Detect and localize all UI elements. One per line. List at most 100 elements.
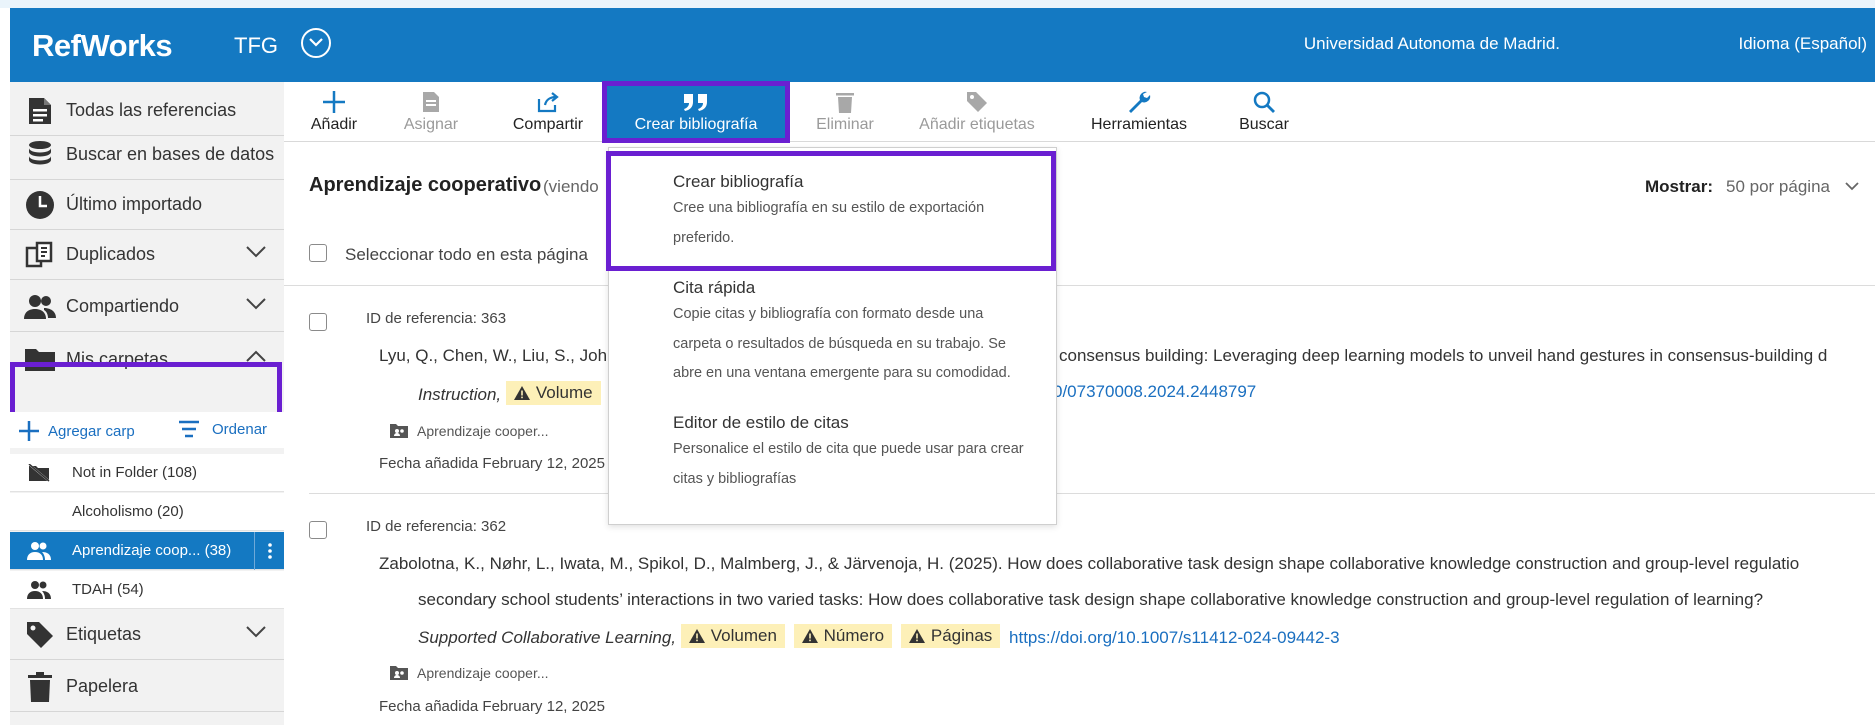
folder-item-not-in-folder[interactable]: Not in Folder (108) bbox=[10, 454, 284, 492]
sidebar-item-label: Último importado bbox=[66, 194, 203, 214]
reference-doi-link[interactable]: https://doi.org/10.1007/s11412-024-09442… bbox=[1009, 628, 1340, 647]
kebab-menu-icon[interactable] bbox=[254, 532, 284, 570]
warning-icon bbox=[908, 629, 925, 643]
assign-label: Asignar bbox=[403, 116, 459, 133]
reference-journal-line: Supported Collaborative Learning, Volume… bbox=[418, 624, 1340, 648]
chevron-down-icon[interactable] bbox=[246, 246, 266, 258]
add-label: Añadir bbox=[310, 116, 358, 133]
sort-folders-label: Ordenar bbox=[212, 420, 268, 438]
folder-off-icon bbox=[24, 463, 54, 482]
document-icon bbox=[396, 88, 466, 116]
add-tags-label: Añadir etiquetas bbox=[919, 116, 1035, 133]
reference-journal-line: Instruction, Volume bbox=[418, 381, 605, 405]
warning-icon bbox=[513, 386, 530, 400]
tools-button[interactable]: Herramientas bbox=[1087, 88, 1191, 134]
reference-id: ID de referencia: 363 bbox=[366, 310, 507, 327]
delete-button[interactable]: Eliminar bbox=[806, 88, 884, 134]
sidebar-item-label: Etiquetas bbox=[66, 624, 142, 644]
chevron-down-icon[interactable] bbox=[1845, 182, 1859, 191]
reference-citation-line2[interactable]: secondary school students’ interactions … bbox=[418, 590, 1763, 610]
select-all-checkbox[interactable] bbox=[309, 244, 327, 262]
chevron-up-icon[interactable] bbox=[246, 350, 266, 362]
add-folder-label: Agregar carp bbox=[48, 422, 135, 440]
share-button[interactable]: Compartir bbox=[506, 88, 590, 134]
sidebar-item-all-references[interactable]: Todas las referencias bbox=[10, 86, 284, 136]
menu-item-description: Copie citas y bibliografía con formato d… bbox=[673, 306, 984, 322]
project-switch-button[interactable] bbox=[301, 28, 331, 58]
chevron-down-icon[interactable] bbox=[246, 626, 266, 638]
badge-label: Número bbox=[823, 626, 885, 645]
users-icon bbox=[22, 289, 58, 325]
delete-label: Eliminar bbox=[816, 116, 874, 133]
folder-title: Aprendizaje cooperativo bbox=[309, 174, 542, 196]
reference-id: ID de referencia: 362 bbox=[366, 518, 507, 535]
chevron-down-icon[interactable] bbox=[246, 298, 266, 310]
reference-checkbox[interactable] bbox=[309, 313, 327, 331]
add-button[interactable]: Añadir bbox=[306, 88, 362, 134]
chevron-down-icon bbox=[309, 38, 323, 47]
trash-icon bbox=[22, 669, 58, 705]
folder-item-alcoholismo[interactable]: Alcoholismo (20) bbox=[10, 493, 284, 531]
reference-citation-line1[interactable]: Zabolotna, K., Nøhr, L., Iwata, M., Spik… bbox=[379, 554, 1799, 574]
sidebar-item-label: Compartiendo bbox=[66, 296, 180, 316]
tag-icon bbox=[914, 88, 1040, 116]
missing-volume-badge: Volumen bbox=[680, 624, 785, 648]
sidebar-item-label: Duplicados bbox=[66, 244, 156, 264]
sidebar-item-trash[interactable]: Papelera bbox=[10, 662, 284, 712]
folder-label: Not in Folder (108) bbox=[72, 464, 198, 481]
folder-label: Alcoholismo (20) bbox=[72, 503, 184, 520]
sidebar-item-search-databases[interactable]: Buscar en bases de datos bbox=[10, 130, 284, 180]
database-icon bbox=[22, 137, 58, 173]
sidebar-item-label: Papelera bbox=[66, 676, 139, 696]
clock-icon bbox=[22, 187, 58, 223]
document-icon bbox=[22, 93, 58, 129]
folder-item-aprendizaje-cooperativo[interactable]: Aprendizaje coop... (38) bbox=[10, 532, 284, 570]
missing-number-badge: Número bbox=[793, 624, 893, 648]
menu-item-quick-cite[interactable]: Cita rápida Copie citas y bibliografía c… bbox=[673, 276, 1053, 389]
trash-icon bbox=[806, 88, 884, 116]
warning-icon bbox=[801, 629, 818, 643]
folder-label: Aprendizaje coop... (38) bbox=[72, 542, 232, 559]
divider bbox=[284, 285, 1875, 286]
sidebar-item-sharing[interactable]: Compartiendo bbox=[10, 282, 284, 332]
warning-icon bbox=[688, 629, 705, 643]
reference-checkbox[interactable] bbox=[309, 521, 327, 539]
assign-button[interactable]: Asignar bbox=[396, 88, 466, 134]
reference-folder-tag[interactable]: Aprendizaje cooper... bbox=[389, 423, 549, 439]
menu-item-citation-style-editor[interactable]: Editor de estilo de citas Personalice el… bbox=[673, 411, 1053, 494]
menu-item-description: citas y bibliografías bbox=[673, 470, 797, 487]
divider bbox=[309, 493, 1875, 494]
add-tags-button[interactable]: Añadir etiquetas bbox=[914, 88, 1040, 134]
sidebar-item-duplicates[interactable]: Duplicados bbox=[10, 230, 284, 280]
reference-folder-tag[interactable]: Aprendizaje cooper... bbox=[389, 665, 549, 681]
badge-label: Páginas bbox=[930, 626, 993, 645]
sidebar-item-tags[interactable]: Etiquetas bbox=[10, 610, 284, 660]
highlight-box-create-bibliography-option bbox=[606, 151, 1056, 271]
plus-icon bbox=[306, 88, 362, 116]
reference-journal: Instruction, bbox=[418, 385, 502, 404]
show-label: Mostrar: bbox=[1645, 177, 1714, 196]
share-icon bbox=[506, 88, 590, 116]
folder-item-tdah[interactable]: TDAH (54) bbox=[10, 571, 284, 609]
per-page-select[interactable]: 50 por página bbox=[1726, 177, 1830, 197]
menu-item-description: carpeta o resultados de búsqueda en su t… bbox=[673, 335, 1006, 352]
sidebar-item-last-imported[interactable]: Último importado bbox=[10, 180, 284, 230]
shared-users-icon bbox=[24, 580, 54, 600]
highlight-box-create-bibliography bbox=[602, 81, 790, 143]
sidebar: Todas las referencias Buscar en bases de… bbox=[10, 82, 284, 725]
language-menu[interactable]: Idioma (Español) bbox=[1738, 34, 1867, 54]
share-label: Compartir bbox=[512, 116, 584, 133]
reference-citation-start[interactable]: Lyu, Q., Chen, W., Liu, S., John bbox=[379, 346, 617, 366]
menu-item-description: Personalice el estilo de cita que puede … bbox=[673, 441, 1024, 457]
toolbar: Añadir Asignar Compartir Crear bibliogra… bbox=[284, 82, 1875, 142]
missing-pages-badge: Páginas bbox=[900, 624, 1001, 648]
menu-item-title: Cita rápida bbox=[673, 278, 756, 297]
reference-date-added: Fecha añadida February 12, 2025 bbox=[379, 455, 605, 472]
search-button[interactable]: Buscar bbox=[1236, 88, 1292, 134]
university-link[interactable]: Universidad Autonoma de Madrid. bbox=[1304, 34, 1560, 54]
reference-citation-title[interactable]: consensus building: Leveraging deep lear… bbox=[1059, 346, 1827, 366]
reference-doi-link[interactable]: 0/07370008.2024.2448797 bbox=[1053, 382, 1256, 402]
refworks-logo[interactable]: RefWorks bbox=[32, 28, 173, 64]
add-folder-button[interactable]: Agregar carp bbox=[18, 420, 135, 442]
sort-folders-button[interactable]: Ordenar bbox=[178, 420, 267, 438]
